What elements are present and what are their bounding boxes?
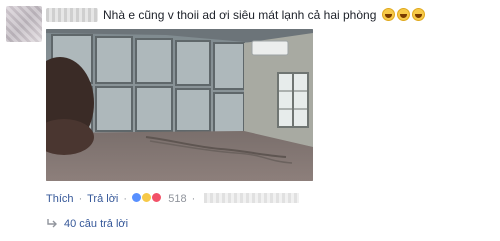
comment-photo[interactable] <box>46 29 313 181</box>
reactions-summary[interactable]: 518 <box>131 192 189 205</box>
separator-dot: · <box>78 193 83 205</box>
replies-count-label: 40 câu trả lời <box>64 218 129 230</box>
timestamp-blurred <box>204 193 300 203</box>
laughing-emoji-icon <box>411 8 425 21</box>
reaction-count: 518 <box>168 193 187 205</box>
like-link[interactable]: Thích <box>46 193 74 205</box>
reply-arrow-icon <box>47 219 57 228</box>
comment-body: Nhà e cũng v thoii ad ơi siêu mát lạnh c… <box>103 8 425 22</box>
separator-dot: · <box>123 193 128 205</box>
comment-avatar[interactable] <box>6 6 42 42</box>
love-reaction-icon <box>151 192 163 203</box>
reply-link[interactable]: Trả lời <box>87 193 118 205</box>
commenter-name-blurred[interactable] <box>46 8 98 22</box>
laughing-emoji-icon <box>396 8 410 21</box>
comment-actions: Thích · Trả lời · 518 · <box>46 192 300 206</box>
laughing-emoji-icon <box>381 8 395 21</box>
separator-dot: · <box>191 193 196 205</box>
comment-text: Nhà e cũng v thoii ad ơi siêu mát lạnh c… <box>103 8 377 22</box>
view-replies-link[interactable]: 40 câu trả lời <box>46 217 128 231</box>
